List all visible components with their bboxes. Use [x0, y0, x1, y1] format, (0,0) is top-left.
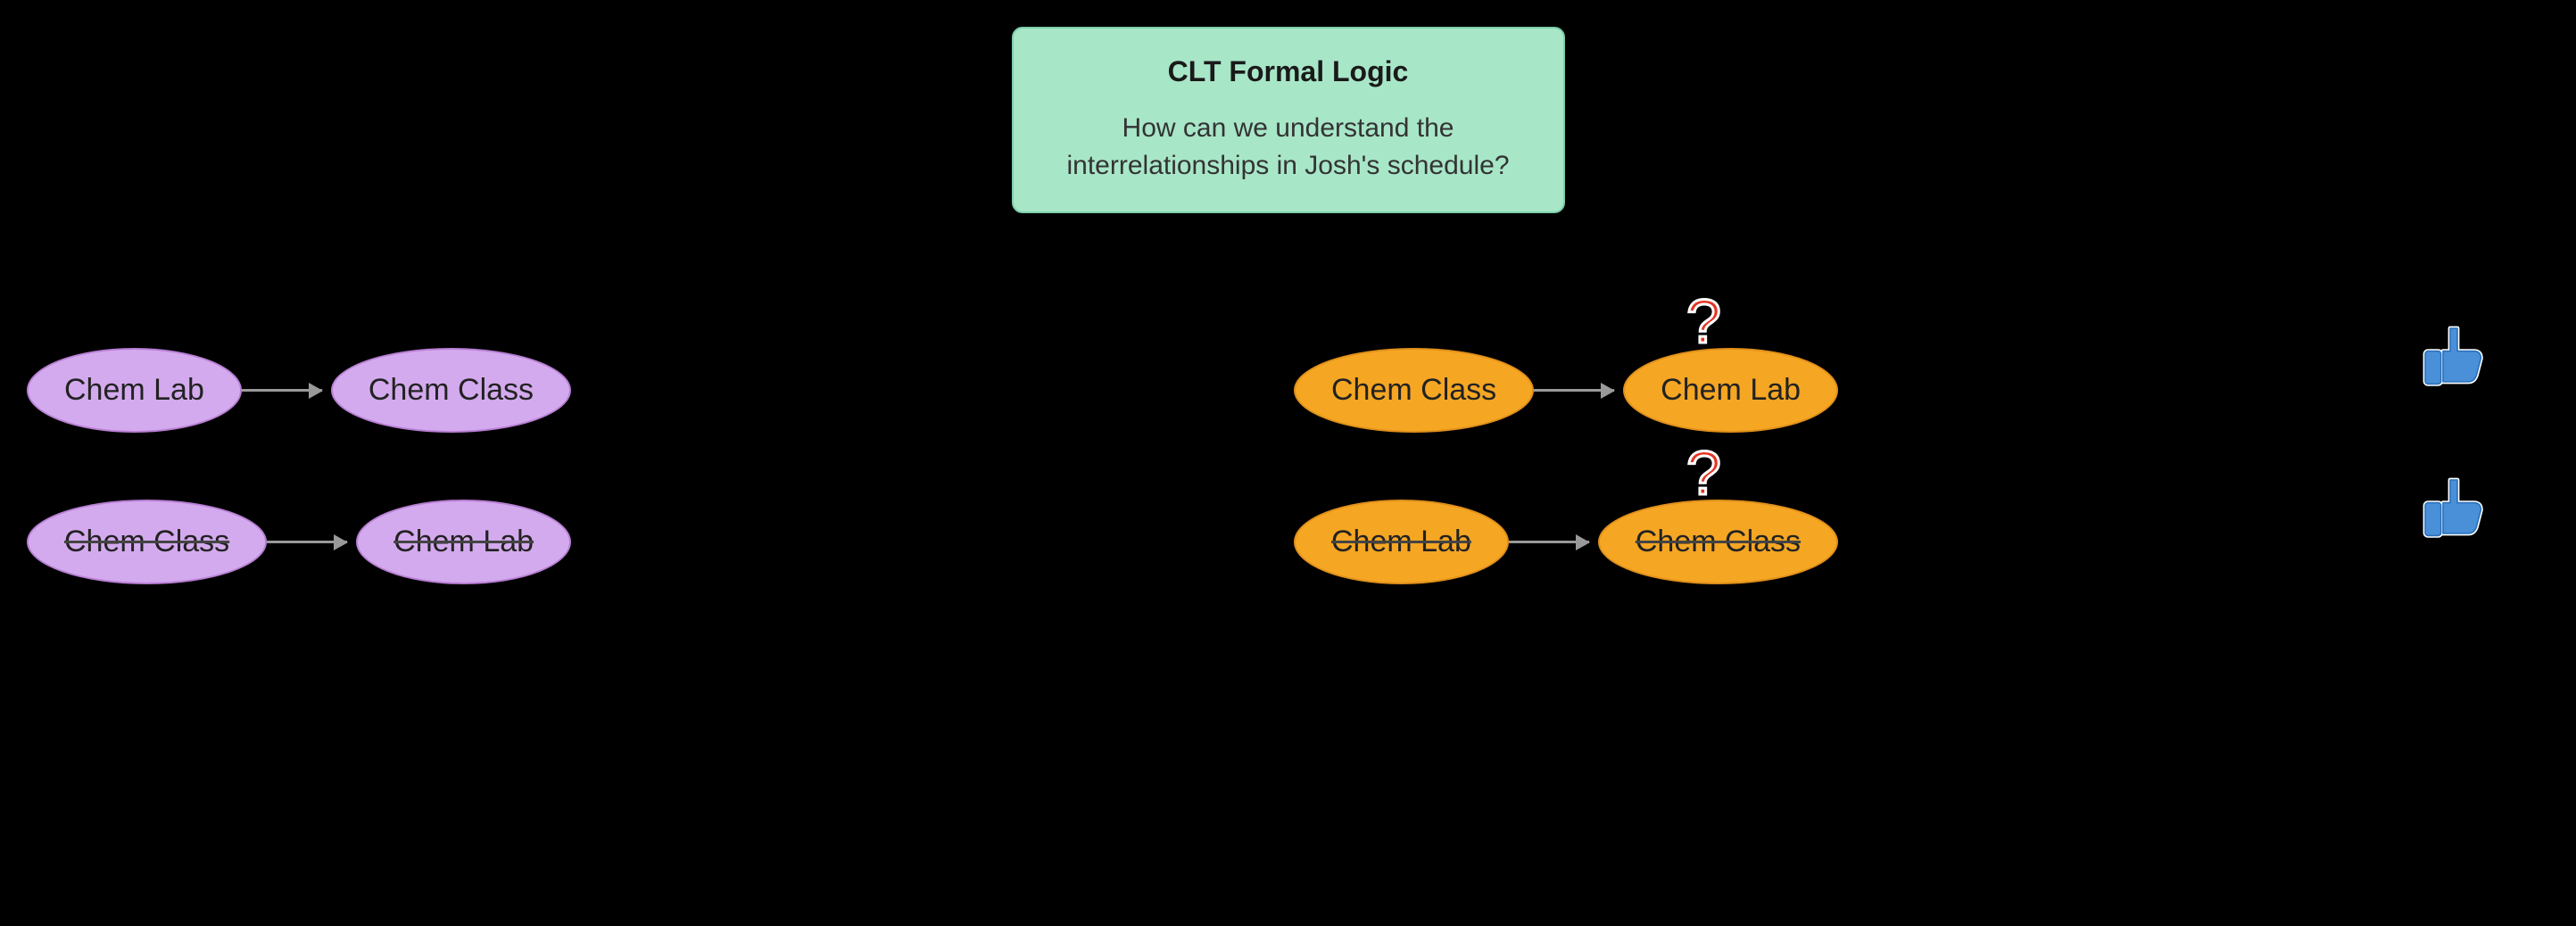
left-row-1: Chem Lab Chem Class: [27, 348, 571, 433]
left-row1-node2: Chem Class: [331, 348, 571, 433]
left-row2-node2: Chem Lab: [356, 500, 571, 584]
left-row2-arrow-line: [267, 541, 347, 543]
subtitle: How can we understand theinterrelationsh…: [1066, 110, 1509, 185]
left-row1-arrow-line: [242, 389, 322, 392]
main-title: CLT Formal Logic: [1066, 55, 1509, 88]
left-row-2: Chem Class Chem Lab: [27, 500, 571, 584]
left-row1-node1: Chem Lab: [27, 348, 242, 433]
thumbs-down-1: [2418, 321, 2489, 407]
question-mark-2: ?: [1686, 437, 1721, 508]
right-row-1: Chem Class Chem Lab: [1294, 348, 1838, 433]
left-row1-arrow: [242, 389, 331, 392]
right-row1-node1: Chem Class: [1294, 348, 1534, 433]
right-row2-arrow-line: [1509, 541, 1589, 543]
right-row1-arrow-line: [1534, 389, 1614, 392]
left-row2-arrow: [267, 541, 356, 543]
thumbs-down-icon-1: [2418, 321, 2489, 393]
right-row1-node2: Chem Lab: [1623, 348, 1838, 433]
question-mark-1: ?: [1686, 285, 1721, 357]
right-row1-arrow: [1534, 389, 1623, 392]
thumbs-down-2: [2418, 473, 2489, 558]
right-row-2: Chem Lab Chem Class: [1294, 500, 1838, 584]
right-row2-node2: Chem Class: [1598, 500, 1838, 584]
title-box: CLT Formal Logic How can we understand t…: [1011, 27, 1564, 213]
right-row2-arrow: [1509, 541, 1598, 543]
left-row2-node1: Chem Class: [27, 500, 267, 584]
right-row2-node1: Chem Lab: [1294, 500, 1509, 584]
thumbs-down-icon-2: [2418, 473, 2489, 544]
